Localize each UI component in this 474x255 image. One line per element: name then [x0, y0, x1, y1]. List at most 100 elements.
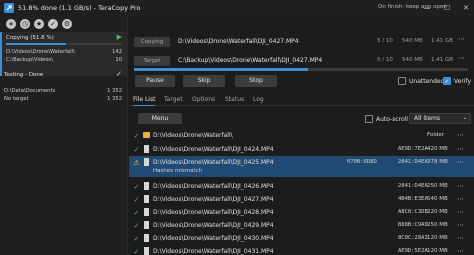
target-hash: A8C0:C3DB [398, 209, 428, 215]
test-icon[interactable]: ✓ [48, 19, 58, 29]
target-hash: 2841:D4EA [398, 183, 428, 189]
tab-bar: File List Target Options Status Log [129, 95, 474, 106]
more-icon[interactable]: ⋯ [457, 182, 464, 190]
job-name: Copying (51.8 %) [6, 35, 54, 41]
minimize-button[interactable]: — [420, 2, 434, 14]
job-count: 10 [115, 57, 122, 63]
file-name: D:\Videos\Drone\Waterfall\DJI_0426.MP4 [153, 183, 274, 190]
checkmark-icon: ✓ [133, 221, 140, 230]
tab-target[interactable]: Target [164, 96, 183, 103]
table-row[interactable]: ✓ D:\Videos\Drone\Waterfall\DJI_0430.MP4… [129, 232, 474, 245]
table-row[interactable]: ✓ D:\Videos\Drone\Waterfall\ Folder ⋯ [129, 129, 474, 142]
auto-scroll-label: Auto-scroll [376, 116, 408, 123]
more-icon[interactable]: ⋯ [457, 131, 464, 139]
pause-button[interactable]: Pause [135, 75, 175, 87]
tab-file-list[interactable]: File List [133, 96, 155, 103]
table-row[interactable]: ✓ D:\Videos\Drone\Waterfall\DJI_0424.MP4… [129, 143, 474, 156]
file-name: D:\Videos\Drone\Waterfall\DJI_0429.MP4 [153, 222, 274, 229]
more-icon[interactable]: ⋯ [457, 145, 464, 153]
checkmark-icon: ✓ [133, 208, 140, 217]
title-bar: 51.8% done (1.1 GB/s) - TeraCopy Pro On … [0, 0, 474, 16]
main-progress-fill [134, 68, 308, 71]
more-icon[interactable]: ⋯ [457, 158, 464, 166]
window-title: 51.8% done (1.1 GB/s) - TeraCopy Pro [18, 4, 141, 12]
history-icon[interactable]: ◷ [20, 19, 30, 29]
file-name: D:\Videos\Drone\Waterfall\DJI_0424.MP4 [153, 146, 274, 153]
unattended-checkbox[interactable] [398, 77, 406, 85]
more-icon[interactable]: ⋯ [458, 54, 465, 62]
job-progress-bar [6, 43, 122, 45]
add-icon[interactable]: + [6, 19, 16, 29]
error-note: Hashes mismatch [153, 168, 203, 174]
table-row[interactable]: ✓ D:\Videos\Drone\Waterfall\DJI_0431.MP4… [129, 245, 474, 255]
file-name: D:\Videos\Drone\Waterfall\ [153, 132, 233, 139]
source-hash: 070B:6D8D [347, 159, 377, 165]
job-count: 142 [112, 49, 122, 55]
file-size: 250 MB [427, 222, 448, 228]
main-progress-bar [134, 68, 468, 71]
table-row-selected[interactable]: ⚠ D:\Videos\Drone\Waterfall\DJI_0425.MP4… [129, 156, 474, 177]
file-icon [144, 195, 149, 203]
job-target: C:\Backup\Videos\ [6, 57, 53, 63]
file-icon [144, 158, 149, 166]
job-count: 1 352 [107, 96, 122, 102]
more-icon[interactable]: ⋯ [457, 221, 464, 229]
unattended-label: Unattended [409, 78, 445, 85]
checkmark-icon: ✓ [133, 145, 140, 154]
target-hash: 4B4B:E3EA [398, 196, 428, 202]
folder-icon [143, 132, 150, 138]
tab-log[interactable]: Log [253, 96, 264, 103]
source-path: D:\Videos\Drone\Waterfall\DJI_0427.MP4 [178, 38, 299, 45]
file-size: 540 MB [427, 196, 448, 202]
file-icon [144, 208, 149, 216]
checkmark-icon: ✓ [133, 247, 140, 255]
warning-icon: ⚠ [133, 158, 140, 167]
active-tab-indicator [133, 105, 155, 106]
settings-icon[interactable]: ⚙ [62, 19, 72, 29]
table-row[interactable]: ✓ D:\Videos\Drone\Waterfall\DJI_0429.MP4… [129, 219, 474, 232]
menu-button[interactable]: Menu [138, 113, 182, 124]
stop-button[interactable]: Stop [235, 75, 277, 87]
file-size: 120 MB [427, 248, 448, 254]
file-name: D:\Videos\Drone\Waterfall\DJI_0428.MP4 [153, 209, 274, 216]
job-source: D:\Data\Documents [4, 88, 56, 94]
target-total: 1.41 GB [431, 57, 454, 63]
on-finish-menu[interactable]: On finish: keep app open [378, 4, 447, 10]
verify-label: Verify [454, 78, 472, 85]
more-icon[interactable]: ⋯ [457, 247, 464, 255]
target-file-count: 5 / 10 [377, 57, 393, 63]
more-icon[interactable]: ⋯ [457, 195, 464, 203]
target-hash: B88B:C9A0 [398, 222, 428, 228]
file-icon [144, 234, 149, 242]
file-size: 120 MB [427, 235, 448, 241]
filter-value: All items [414, 115, 441, 122]
tab-options[interactable]: Options [192, 96, 215, 103]
job-target: No target [4, 96, 29, 102]
close-button[interactable]: ✕ [459, 2, 473, 14]
file-icon [144, 182, 149, 190]
more-icon[interactable]: ⋯ [457, 234, 464, 242]
file-name: D:\Videos\Drone\Waterfall\DJI_0427.MP4 [153, 196, 274, 203]
tab-status[interactable]: Status [225, 96, 244, 103]
app-logo-icon [4, 3, 14, 13]
file-size: 250 MB [427, 183, 448, 189]
more-icon[interactable]: ⋯ [457, 208, 464, 216]
target-size: 540 MB [402, 57, 423, 63]
skip-button[interactable]: Skip [183, 75, 225, 87]
table-row[interactable]: ✓ D:\Videos\Drone\Waterfall\DJI_0426.MP4… [129, 180, 474, 193]
file-name: D:\Videos\Drone\Waterfall\DJI_0431.MP4 [153, 248, 274, 255]
filter-select[interactable]: All items ⌄ [409, 113, 471, 124]
table-row[interactable]: ✓ D:\Videos\Drone\Waterfall\DJI_0427.MP4… [129, 193, 474, 206]
job-item-testing[interactable]: Testing - Done ✓ D:\Data\Documents 1 352… [0, 68, 128, 108]
file-size: 420 MB [427, 146, 448, 152]
maximize-button[interactable]: ☐ [440, 2, 454, 14]
file-icon [144, 145, 149, 153]
favorites-icon[interactable]: ★ [34, 19, 44, 29]
verify-checkbox[interactable]: ✓ [443, 77, 451, 85]
play-icon[interactable]: ▶ [117, 33, 122, 41]
target-hash: 2841:D4EA [398, 159, 428, 165]
file-size: 378 MB [427, 159, 448, 165]
auto-scroll-checkbox[interactable] [365, 115, 373, 123]
table-row[interactable]: ✓ D:\Videos\Drone\Waterfall\DJI_0428.MP4… [129, 206, 474, 219]
more-icon[interactable]: ⋯ [458, 35, 465, 43]
